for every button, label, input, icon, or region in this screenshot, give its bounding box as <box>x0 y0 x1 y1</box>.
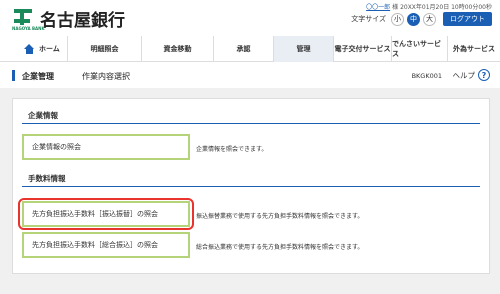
title-accent-bar <box>12 70 15 81</box>
font-size-label: 文字サイズ <box>351 15 386 23</box>
page-subtitle: 作業内容選択 <box>82 72 130 81</box>
payee-fee-bulk-transfer-inquiry-button[interactable]: 先方負担振込手数料［総合振込］の照会 <box>22 232 190 258</box>
section-heading-fee: 手数料情報 <box>28 174 66 183</box>
section-divider-fee <box>22 186 480 187</box>
help-icon: ? <box>478 69 490 81</box>
home-icon <box>24 44 35 54</box>
nav-transfer[interactable]: 資金移動 <box>142 36 214 62</box>
header: NAGOYA BANK 名古屋銀行 〇〇一郎様 20XX年01月20日 10時0… <box>0 0 500 36</box>
payee-fee-transfer-inquiry-desc: 振込振替業務で使用する先方負担手数料情報を照会できます。 <box>196 213 364 220</box>
screen-id: BKGK001 <box>411 72 442 80</box>
font-medium-button[interactable]: 中 <box>407 12 420 26</box>
bank-name: 名古屋銀行 <box>40 11 125 31</box>
company-info-inquiry-button[interactable]: 企業情報の照会 <box>22 134 190 160</box>
nav-home[interactable]: ホーム <box>0 36 68 62</box>
bank-logo-icon: NAGOYA BANK <box>12 7 45 31</box>
nav-statement[interactable]: 明細照会 <box>68 36 142 62</box>
highlight-frame <box>18 198 194 230</box>
nav-approval[interactable]: 承認 <box>214 36 274 62</box>
nav-management[interactable]: 管理 <box>274 36 334 62</box>
title-bar: 企業管理 作業内容選択 BKGK001 ヘルプ ? <box>0 62 500 88</box>
nav-e-delivery[interactable]: 電子交付サービス <box>334 36 392 62</box>
section-divider-company <box>22 123 480 124</box>
logout-button[interactable]: ログアウト <box>443 12 492 26</box>
company-info-inquiry-desc: 企業情報を照会できます。 <box>196 146 268 153</box>
user-info: 〇〇一郎様 20XX年01月20日 10時00分00秒 <box>366 2 492 11</box>
page-title: 企業管理 <box>22 72 54 81</box>
font-large-button[interactable]: 大 <box>423 12 436 26</box>
font-size-controls: 文字サイズ 小 中 大 ログアウト <box>351 12 492 26</box>
nav-foreign-exchange[interactable]: 外為サービス <box>448 36 500 62</box>
user-suffix: 様 <box>392 4 399 11</box>
help-label: ヘルプ <box>452 70 476 80</box>
login-time: 20XX年01月20日 10時00分00秒 <box>400 4 492 11</box>
nav-home-label: ホーム <box>39 45 60 53</box>
main-nav: ホーム 明細照会 資金移動 承認 管理 電子交付サービス でんさいサービス 外為… <box>0 36 500 62</box>
user-name-link[interactable]: 〇〇一郎 <box>366 4 390 11</box>
payee-fee-bulk-transfer-inquiry-desc: 総合振込業務で使用する先方負担手数料情報を照会できます。 <box>196 244 364 251</box>
bank-logo[interactable]: NAGOYA BANK 名古屋銀行 <box>12 6 125 31</box>
font-small-button[interactable]: 小 <box>391 12 404 26</box>
logo-sub-text: NAGOYA BANK <box>12 25 45 31</box>
nav-densai[interactable]: でんさいサービス <box>392 36 448 62</box>
help-link[interactable]: ヘルプ ? <box>452 69 490 81</box>
section-heading-company: 企業情報 <box>28 111 58 120</box>
